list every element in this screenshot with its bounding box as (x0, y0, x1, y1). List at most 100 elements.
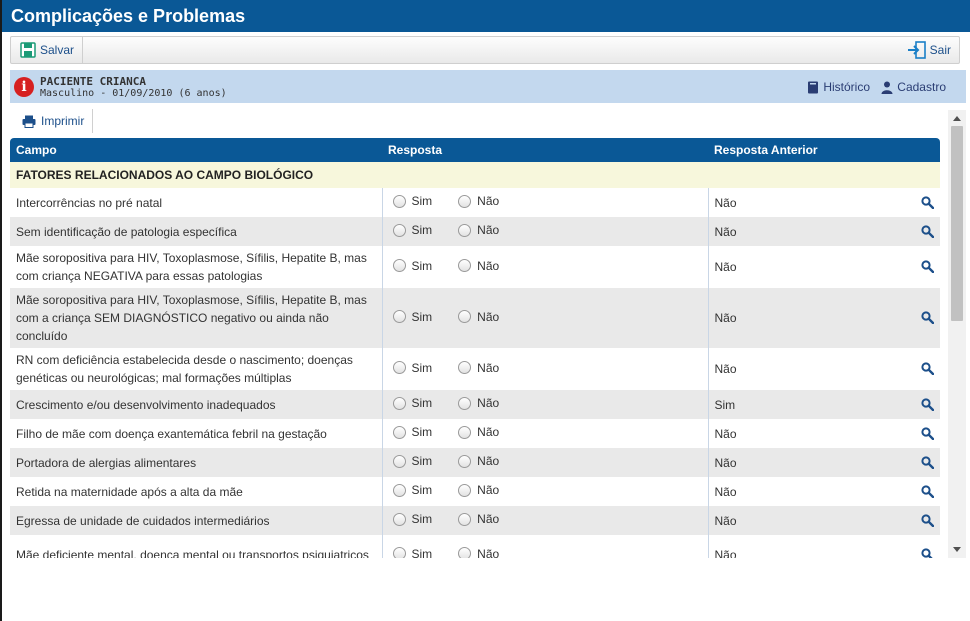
radio-circle[interactable] (458, 483, 472, 497)
radio-yes-label: Sim (411, 483, 433, 498)
radio-circle[interactable] (458, 512, 472, 526)
register-link[interactable]: Cadastro (881, 80, 946, 94)
magnifier-icon[interactable] (921, 260, 935, 278)
radio-circle[interactable] (458, 259, 472, 273)
magnifier-icon[interactable] (921, 548, 934, 558)
vertical-scrollbar[interactable] (948, 110, 966, 558)
table-row: Crescimento e/ou desenvolvimento inadequ… (10, 390, 940, 419)
history-link[interactable]: Histórico (807, 80, 870, 94)
magnifier-icon[interactable] (921, 195, 935, 214)
radio-yes[interactable]: Sim (392, 510, 432, 528)
row-answer: Sim Não (381, 288, 709, 348)
patient-detail: Masculino - 01/09/2010 (6 anos) (40, 88, 227, 99)
radio-no[interactable]: Não (458, 423, 499, 441)
radio-circle[interactable] (458, 425, 472, 439)
problems-table-container: Campo Resposta Resposta Anterior FATORES… (10, 138, 940, 558)
exit-button[interactable]: Sair (899, 37, 959, 63)
row-field: Retida na maternidade após a alta da mãe (10, 477, 382, 506)
radio-no[interactable]: Não (458, 359, 499, 377)
magnifier-icon[interactable] (921, 362, 935, 380)
scroll-up-icon[interactable] (953, 116, 961, 121)
printer-icon (22, 115, 36, 128)
scroll-down-icon[interactable] (953, 547, 961, 552)
radio-no[interactable]: Não (458, 481, 499, 499)
header-answer: Resposta (382, 138, 708, 162)
radio-circle[interactable] (392, 547, 406, 558)
previous-answer: Sim (714, 397, 736, 412)
radio-circle[interactable] (392, 194, 406, 208)
radio-yes-label: Sim (411, 546, 433, 558)
header-previous: Resposta Anterior (708, 138, 940, 162)
table-header: Campo Resposta Resposta Anterior (10, 138, 940, 162)
row-answer: Sim Não (381, 535, 709, 558)
radio-yes[interactable]: Sim (392, 359, 432, 377)
exit-label: Sair (929, 43, 951, 57)
magnifier-icon[interactable] (921, 484, 935, 503)
radio-no-label: Não (477, 223, 500, 238)
radio-no[interactable]: Não (458, 192, 499, 210)
radio-no[interactable]: Não (458, 308, 499, 326)
row-previous: Não (708, 477, 940, 506)
radio-circle[interactable] (458, 194, 472, 208)
magnifier-icon[interactable] (921, 397, 935, 416)
radio-no[interactable]: Não (458, 545, 499, 558)
radio-yes-label: Sim (411, 396, 433, 411)
radio-circle[interactable] (458, 454, 472, 468)
radio-no-label: Não (477, 360, 500, 375)
radio-circle[interactable] (392, 361, 406, 375)
previous-answer: Não (714, 484, 737, 499)
radio-yes[interactable]: Sim (392, 481, 433, 499)
row-field: RN com deficiência estabelecida desde o … (10, 348, 382, 390)
row-previous: Não (708, 419, 940, 448)
page-title: Complicações e Problemas (2, 0, 970, 32)
exit-icon (907, 41, 926, 59)
radio-no[interactable]: Não (458, 221, 499, 239)
radio-yes[interactable]: Sim (392, 308, 433, 326)
radio-circle[interactable] (392, 223, 406, 237)
row-answer: Sim Não (381, 188, 709, 217)
radio-no-label: Não (477, 425, 500, 440)
magnifier-icon[interactable] (921, 311, 935, 329)
radio-no[interactable]: Não (458, 510, 499, 528)
radio-yes[interactable]: Sim (392, 545, 433, 558)
previous-answer: Não (714, 513, 737, 528)
radio-no[interactable]: Não (458, 452, 499, 470)
table-row: Mãe soropositiva para HIV, Toxoplasmose,… (10, 288, 940, 348)
row-answer: Sim Não (381, 506, 709, 535)
magnifier-icon[interactable] (921, 513, 935, 532)
radio-yes[interactable]: Sim (392, 452, 432, 470)
radio-circle[interactable] (392, 310, 406, 324)
radio-circle[interactable] (458, 547, 472, 558)
radio-no[interactable]: Não (458, 394, 499, 412)
radio-circle[interactable] (458, 310, 472, 324)
radio-circle[interactable] (392, 425, 406, 439)
radio-yes[interactable]: Sim (392, 192, 432, 210)
print-button[interactable]: Imprimir (14, 109, 94, 133)
radio-yes[interactable]: Sim (392, 221, 432, 239)
radio-yes[interactable]: Sim (392, 394, 433, 412)
radio-yes[interactable]: Sim (392, 423, 432, 441)
scroll-thumb[interactable] (951, 126, 963, 321)
radio-circle[interactable] (458, 223, 472, 237)
radio-yes[interactable]: Sim (392, 257, 432, 275)
save-button[interactable]: Salvar (11, 37, 84, 63)
magnifier-icon[interactable] (921, 455, 935, 474)
row-answer: Sim Não (381, 448, 709, 477)
radio-no[interactable]: Não (458, 257, 499, 275)
radio-no-label: Não (477, 512, 500, 527)
radio-circle[interactable] (392, 512, 406, 526)
magnifier-icon[interactable] (921, 224, 935, 243)
radio-circle[interactable] (392, 259, 406, 273)
table-row: Portadora de alergias alimentares Sim Não N… (10, 448, 940, 477)
table-row: RN com deficiência estabelecida desde o … (10, 348, 940, 390)
radio-circle[interactable] (458, 361, 472, 375)
radio-no-label: Não (477, 483, 500, 498)
radio-circle[interactable] (392, 454, 406, 468)
radio-circle[interactable] (392, 396, 406, 410)
row-field: Mãe deficiente mental, doença mental ou … (10, 535, 382, 558)
previous-answer: Não (714, 426, 737, 441)
radio-circle[interactable] (392, 483, 406, 497)
magnifier-icon[interactable] (921, 426, 935, 445)
radio-yes-label: Sim (411, 309, 433, 324)
radio-circle[interactable] (458, 396, 472, 410)
